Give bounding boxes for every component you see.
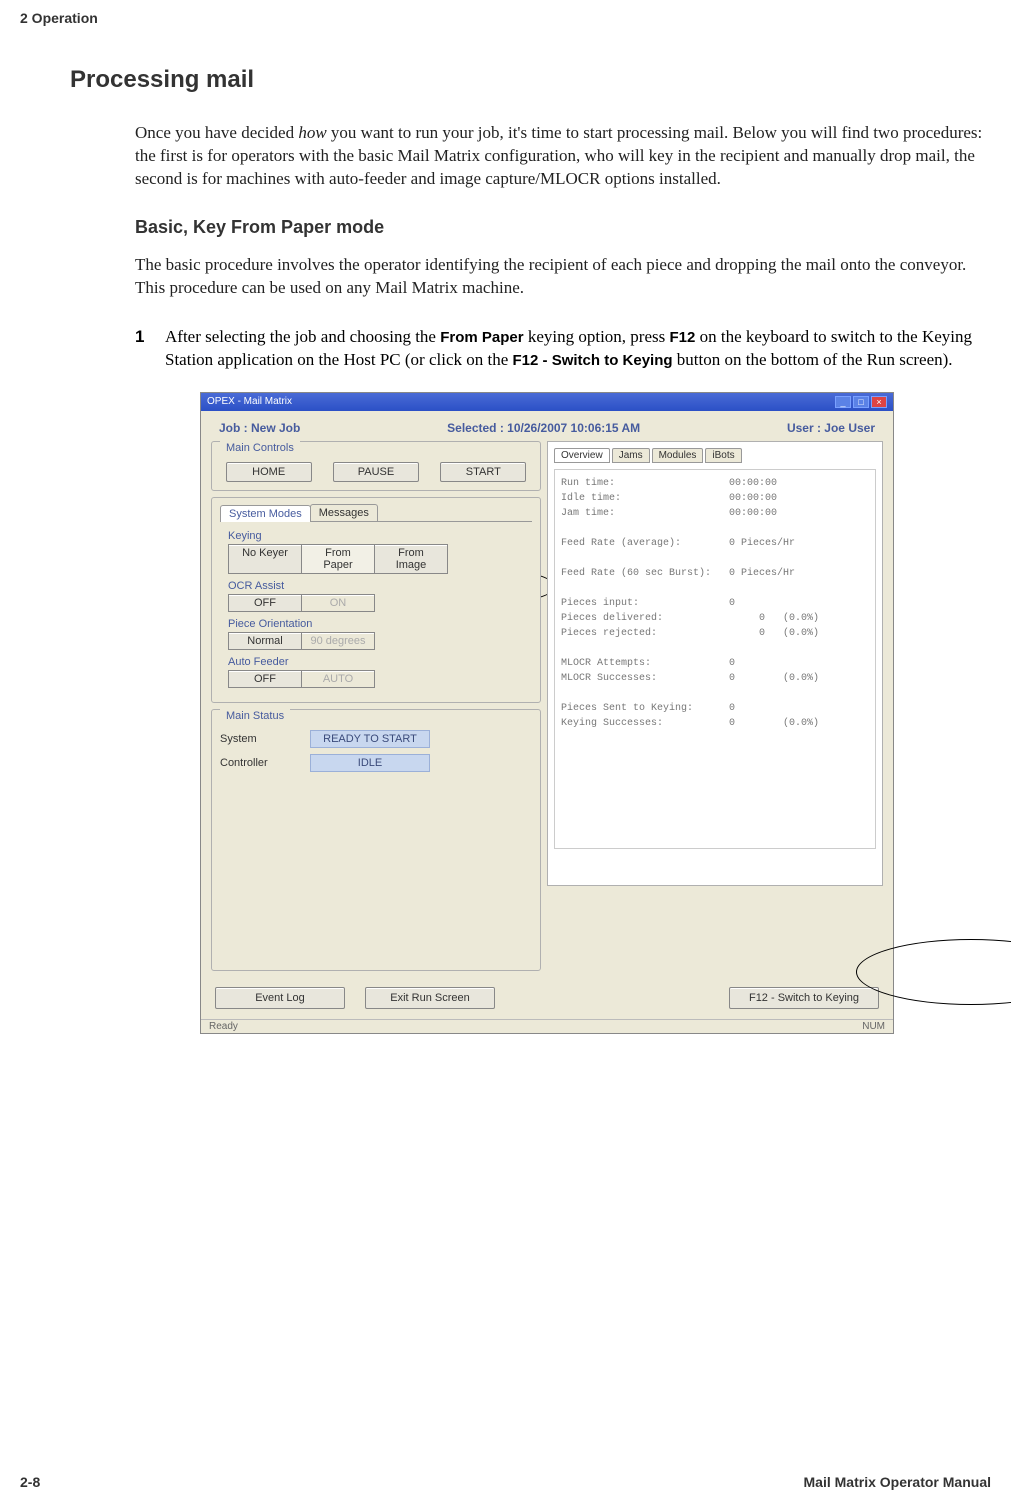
tab-messages[interactable]: Messages — [310, 504, 378, 521]
keying-from-paper[interactable]: From Paper — [301, 544, 375, 574]
close-button[interactable]: × — [871, 396, 887, 408]
switch-to-keying-button[interactable]: F12 - Switch to Keying — [729, 987, 879, 1009]
minimize-button[interactable]: _ — [835, 396, 851, 408]
s-c: keying option, press — [524, 327, 670, 346]
titlebar-buttons: _ □ × — [835, 396, 887, 408]
exit-run-button[interactable]: Exit Run Screen — [365, 987, 495, 1009]
step-number: 1 — [135, 326, 165, 372]
keying-no-keyer[interactable]: No Keyer — [228, 544, 302, 574]
page-header: 2 Operation — [20, 10, 991, 26]
tab-modules[interactable]: Modules — [652, 448, 704, 463]
controller-label: Controller — [220, 757, 310, 769]
step-1: 1 After selecting the job and choosing t… — [135, 326, 986, 372]
job-label: Job : New Job — [219, 421, 300, 435]
s-d: F12 — [670, 329, 696, 346]
piece-normal[interactable]: Normal — [228, 632, 302, 650]
intro-em: how — [298, 123, 326, 142]
feeder-auto[interactable]: AUTO — [301, 670, 375, 688]
status-ready: Ready — [209, 1021, 238, 1032]
keying-from-image[interactable]: From Image — [374, 544, 448, 574]
section-title: Processing mail — [70, 66, 991, 94]
user-label: User : Joe User — [787, 421, 875, 435]
bottom-bar: Event Log Exit Run Screen F12 - Switch t… — [201, 981, 893, 1019]
app-window: OPEX - Mail Matrix _ □ × Job : New Job S… — [200, 392, 894, 1034]
system-label: System — [220, 733, 310, 745]
tab-jams[interactable]: Jams — [612, 448, 650, 463]
subsection-title: Basic, Key From Paper mode — [135, 217, 991, 238]
event-log-button[interactable]: Event Log — [215, 987, 345, 1009]
tab-overview[interactable]: Overview — [554, 448, 610, 463]
intro-a: Once you have decided — [135, 123, 298, 142]
piece-90[interactable]: 90 degrees — [301, 632, 375, 650]
stats-panel: Overview Jams Modules iBots Run time: 00… — [547, 441, 883, 886]
ocr-on[interactable]: ON — [301, 594, 375, 612]
feeder-label: Auto Feeder — [228, 656, 528, 668]
overview-stats: Run time: 00:00:00 Idle time: 00:00:00 J… — [554, 469, 876, 849]
tab-system-modes[interactable]: System Modes — [220, 505, 311, 522]
system-modes-group: System Modes Messages Keying No Keyer Fr… — [211, 497, 541, 703]
main-status-title: Main Status — [220, 709, 290, 723]
system-status: READY TO START — [310, 730, 430, 748]
subsection-paragraph: The basic procedure involves the operato… — [135, 254, 986, 300]
statusbar: Ready NUM — [201, 1019, 893, 1033]
main-status-group: Main Status System READY TO START Contro… — [211, 709, 541, 971]
tab-ibots[interactable]: iBots — [705, 448, 741, 463]
footer-manual: Mail Matrix Operator Manual — [804, 1474, 991, 1490]
feeder-off[interactable]: OFF — [228, 670, 302, 688]
titlebar-text: OPEX - Mail Matrix — [207, 396, 292, 407]
s-a: After selecting the job and choosing the — [165, 327, 440, 346]
main-controls-group: Main Controls HOME PAUSE START — [211, 441, 541, 491]
footer-page: 2-8 — [20, 1474, 40, 1490]
main-controls-title: Main Controls — [220, 441, 300, 455]
controller-status: IDLE — [310, 754, 430, 772]
selected-label: Selected : 10/26/2007 10:06:15 AM — [447, 421, 640, 435]
pause-button[interactable]: PAUSE — [333, 462, 419, 482]
titlebar[interactable]: OPEX - Mail Matrix _ □ × — [201, 393, 893, 411]
keying-label: Keying — [228, 530, 528, 542]
info-bar: Job : New Job Selected : 10/26/2007 10:0… — [201, 411, 893, 441]
page-footer: 2-8 Mail Matrix Operator Manual — [20, 1474, 991, 1490]
ocr-off[interactable]: OFF — [228, 594, 302, 612]
maximize-button[interactable]: □ — [853, 396, 869, 408]
ocr-label: OCR Assist — [228, 580, 528, 592]
home-button[interactable]: HOME — [226, 462, 312, 482]
piece-label: Piece Orientation — [228, 618, 528, 630]
s-g: button on the bottom of the Run screen). — [673, 350, 953, 369]
s-b: From Paper — [440, 329, 523, 346]
step-text: After selecting the job and choosing the… — [165, 326, 986, 372]
s-f: F12 - Switch to Keying — [513, 352, 673, 369]
status-num: NUM — [862, 1021, 885, 1032]
intro-paragraph: Once you have decided how you want to ru… — [135, 122, 986, 191]
start-button[interactable]: START — [440, 462, 526, 482]
